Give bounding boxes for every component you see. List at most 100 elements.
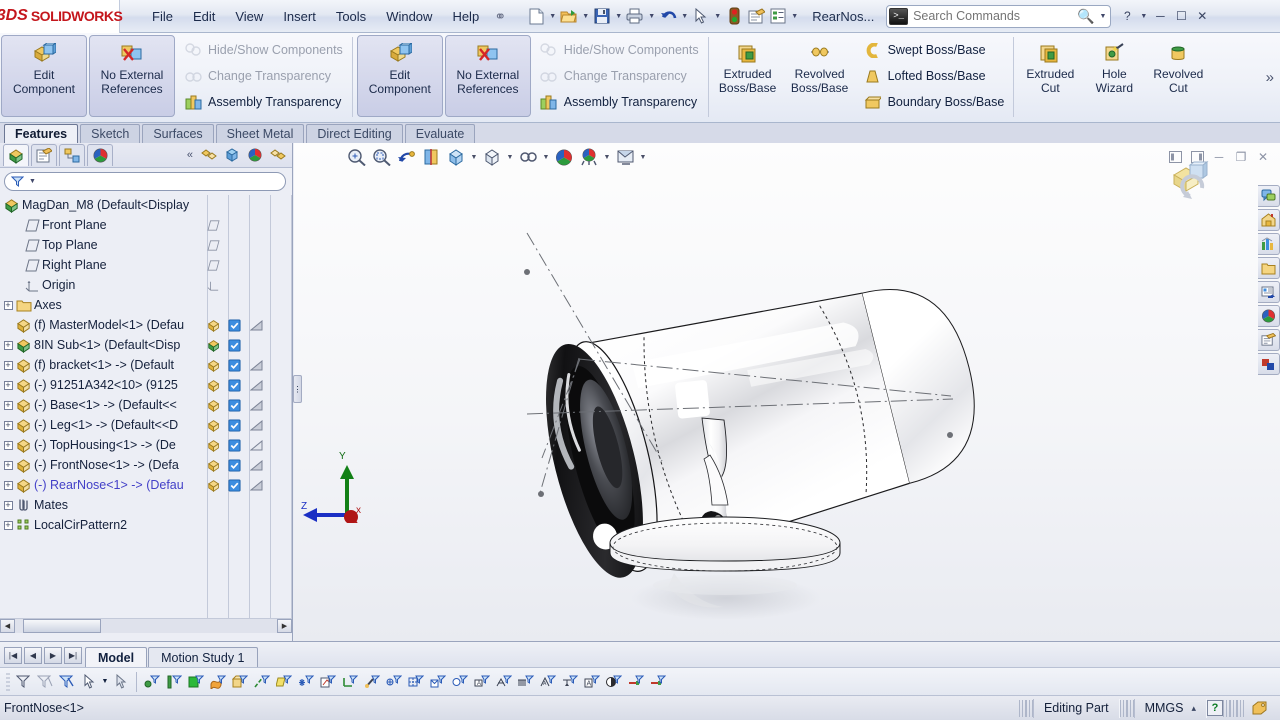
hide-show-components-row-2[interactable]: Hide/Show Components: [536, 37, 703, 63]
select-arrow-icon[interactable]: [78, 670, 100, 694]
tab-sheet-metal[interactable]: Sheet Metal: [215, 124, 305, 143]
save-icon[interactable]: [591, 4, 613, 28]
view-palette-icon[interactable]: [1258, 257, 1280, 279]
restore-icon[interactable]: ☐: [1171, 6, 1191, 26]
save-dropdown-icon[interactable]: ▼: [613, 4, 624, 28]
configuration-manager-tab[interactable]: [59, 144, 85, 166]
display-manager-tab[interactable]: [87, 144, 113, 166]
revolved-boss-button[interactable]: Revolved Boss/Base: [785, 35, 855, 117]
scroll-thumb[interactable]: [23, 619, 101, 633]
customize-icon[interactable]: [767, 4, 789, 28]
panel-splitter-grip[interactable]: ⋮: [293, 375, 302, 403]
last-icon[interactable]: ▶|: [64, 647, 82, 664]
tab-sketch[interactable]: Sketch: [80, 124, 141, 143]
design-library-icon[interactable]: [1258, 209, 1280, 231]
expand-toggle-icon[interactable]: +: [2, 500, 14, 510]
filter-feature-control-icon[interactable]: [493, 670, 515, 694]
search-input[interactable]: [913, 9, 1075, 23]
extruded-cut-button[interactable]: Extruded Cut: [1018, 35, 1082, 117]
checkbox-icon[interactable]: [228, 418, 249, 432]
search-commands[interactable]: >_ 🔍 ▼: [886, 4, 1112, 28]
hide-show-components-row-1[interactable]: Hide/Show Components: [180, 37, 347, 63]
first-icon[interactable]: |◀: [4, 647, 22, 664]
display-states-icon[interactable]: [268, 145, 288, 165]
menu-file[interactable]: File: [142, 5, 183, 28]
print-dropdown-icon[interactable]: ▼: [646, 4, 657, 28]
filter-surfaces-icon[interactable]: [207, 670, 229, 694]
property-manager-tab[interactable]: [31, 144, 57, 166]
customize-dropdown-icon[interactable]: ▼: [789, 4, 800, 28]
expand-toggle-icon[interactable]: +: [2, 380, 14, 390]
help-dropdown-icon[interactable]: ▼: [1138, 4, 1149, 28]
filter-axes-icon[interactable]: [251, 670, 273, 694]
tree-horizontal-scrollbar[interactable]: ◀ ▶: [0, 618, 292, 633]
minimize-icon[interactable]: ─: [1150, 6, 1170, 26]
undo-icon[interactable]: [657, 4, 679, 28]
tag-icon[interactable]: [1244, 701, 1276, 715]
solidworks-resources-icon[interactable]: [1258, 185, 1280, 207]
select-arrow-icon[interactable]: [690, 4, 712, 28]
help-question-icon[interactable]: ?: [1117, 6, 1137, 26]
toolbar-grip[interactable]: [4, 670, 12, 694]
revolved-cut-button[interactable]: Revolved Cut: [1146, 35, 1210, 117]
checkbox-icon[interactable]: [228, 478, 249, 492]
expand-toggle-icon[interactable]: +: [2, 480, 14, 490]
new-document-icon[interactable]: [525, 4, 547, 28]
tab-evaluate[interactable]: Evaluate: [404, 124, 476, 143]
help-question-icon[interactable]: ?: [1207, 700, 1223, 716]
rebuild-icon[interactable]: [723, 4, 745, 28]
expand-toggle-icon[interactable]: +: [2, 520, 14, 530]
filter-faces-icon[interactable]: [185, 670, 207, 694]
boundary-boss-row[interactable]: Boundary Boss/Base: [860, 89, 1009, 115]
tab-features[interactable]: Features: [4, 124, 79, 143]
tree-row-mates[interactable]: + Mates: [0, 495, 292, 515]
checkbox-icon[interactable]: [228, 378, 249, 392]
tree-row-localcirpattern2[interactable]: + LocalCirPattern2: [0, 515, 292, 535]
file-explorer-icon[interactable]: [1258, 233, 1280, 255]
no-external-references-button-2[interactable]: No External References: [444, 35, 531, 117]
tab-model[interactable]: Model: [85, 647, 148, 667]
units-caret-icon[interactable]: ▴: [1191, 703, 1196, 714]
ribbon-overflow-button[interactable]: »: [1266, 69, 1280, 86]
checkbox-icon[interactable]: [228, 458, 249, 472]
expand-toggle-icon[interactable]: +: [2, 400, 14, 410]
lofted-boss-row[interactable]: Lofted Boss/Base: [860, 63, 1009, 89]
expand-toggle-icon[interactable]: +: [2, 460, 14, 470]
next-icon[interactable]: ▶: [44, 647, 62, 664]
open-folder-icon[interactable]: [558, 4, 580, 28]
tree-filter-bar[interactable]: ▼: [4, 172, 286, 191]
expand-toggle-icon[interactable]: +: [2, 440, 14, 450]
hide-show-tree-icon[interactable]: [199, 145, 219, 165]
appearances-scenes-icon[interactable]: [1258, 281, 1280, 303]
filter-weld-symbol-icon[interactable]: [559, 670, 581, 694]
hole-wizard-button[interactable]: Hole Wizard: [1084, 35, 1144, 117]
tab-direct-editing[interactable]: Direct Editing: [306, 124, 403, 143]
units-selector[interactable]: MMGS ▴: [1133, 698, 1207, 718]
menu-tools[interactable]: Tools: [326, 5, 376, 28]
filter-balloons-icon[interactable]: [449, 670, 471, 694]
expand-toggle-icon[interactable]: +: [2, 360, 14, 370]
filter-annotations-icon[interactable]: A: [581, 670, 603, 694]
view-orientation-icon[interactable]: [222, 145, 242, 165]
close-icon[interactable]: ✕: [1192, 6, 1212, 26]
checkbox-icon[interactable]: [228, 398, 249, 412]
edit-component-button-2[interactable]: Edit Component: [356, 35, 443, 117]
filter-notes-icon[interactable]: [427, 670, 449, 694]
solidworks-addins-icon[interactable]: [1258, 353, 1280, 375]
filter-datums-icon[interactable]: A: [471, 670, 493, 694]
filter-blocks-icon[interactable]: [603, 670, 625, 694]
edit-component-button-1[interactable]: Edit Component: [1, 35, 87, 117]
collapse-panel-button[interactable]: «: [183, 149, 197, 161]
change-transparency-row-2[interactable]: Change Transparency: [536, 63, 703, 89]
print-icon[interactable]: [624, 4, 646, 28]
options-icon[interactable]: [745, 4, 767, 28]
filter-off-icon[interactable]: [34, 670, 56, 694]
checkbox-icon[interactable]: [228, 318, 249, 332]
model-render[interactable]: [294, 143, 1280, 641]
scroll-track[interactable]: [15, 619, 277, 633]
select-other-icon[interactable]: [110, 670, 132, 694]
menu-insert[interactable]: Insert: [273, 5, 326, 28]
assembly-transparency-row-1[interactable]: Assembly Transparency: [180, 89, 347, 115]
filter-edges-icon[interactable]: [163, 670, 185, 694]
filter-surface-finish-icon[interactable]: A: [537, 670, 559, 694]
